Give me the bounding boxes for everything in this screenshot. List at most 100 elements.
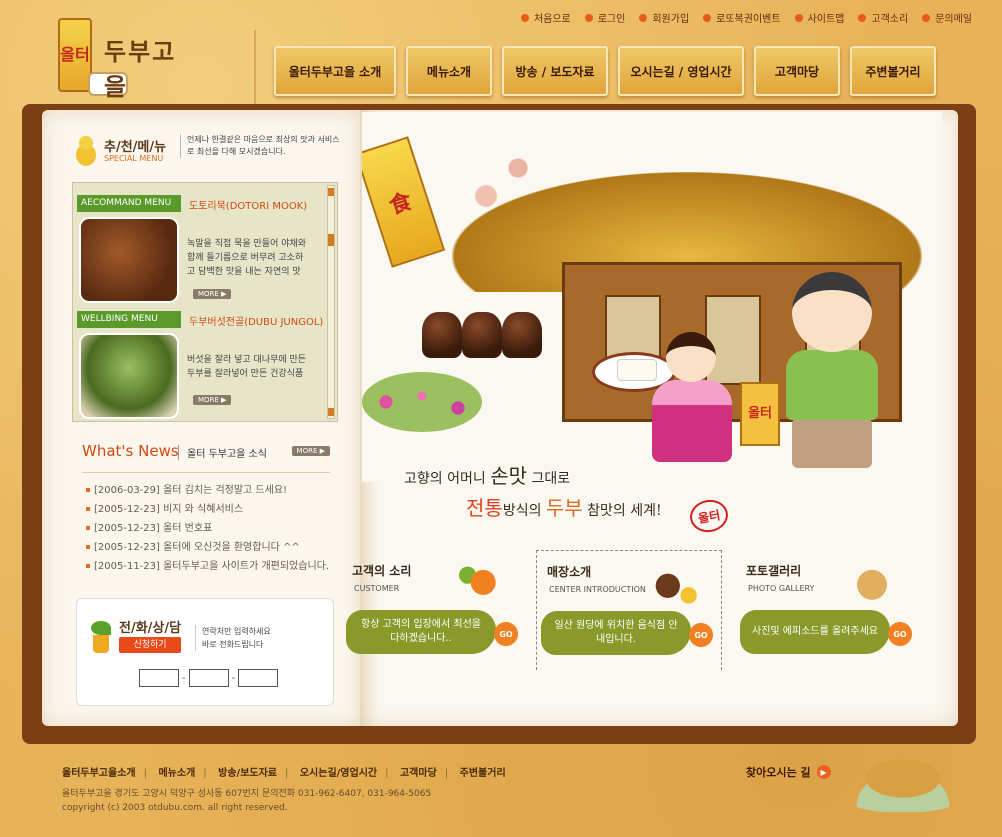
- scroll-down-icon[interactable]: [328, 408, 334, 416]
- more-button[interactable]: MORE ▶: [193, 395, 232, 405]
- footer-link-location[interactable]: 오시는길/영업시간: [300, 768, 377, 779]
- menu-tag: WELLBING MENU: [77, 311, 181, 328]
- jar: [462, 312, 502, 358]
- flowers: [362, 372, 482, 432]
- header-divider: [254, 30, 256, 106]
- special-menu-header: 추/천/메/뉴 SPECIAL MENU 언제나 한결같은 마음으로 최상의 맛…: [72, 132, 342, 176]
- arrow-right-icon: ▶: [816, 765, 831, 779]
- slogan-emphasis: 전통: [466, 496, 503, 520]
- slogan-emphasis: 두부: [545, 496, 583, 520]
- hero-illustration: 食 올터: [362, 112, 942, 482]
- customer-voice-card[interactable]: 고객의 소리 CUSTOMER 항상 고객의 입장에서 최선을 다하겠습니다..…: [342, 550, 528, 670]
- scroll-up-icon[interactable]: [328, 188, 334, 196]
- dash: -: [182, 672, 186, 684]
- menu-item[interactable]: WELLBING MENU 두부버섯전골(DUBU JUNGOL) 버섯을 잘라…: [77, 311, 331, 423]
- topmenu-login[interactable]: 로그인: [584, 10, 625, 25]
- more-button[interactable]: MORE ▶: [193, 289, 232, 299]
- topmenu-home[interactable]: 처음으로: [520, 10, 571, 25]
- mini-house-image[interactable]: [838, 756, 968, 812]
- topmenu-inquiry-mail[interactable]: 문의메일: [922, 10, 972, 25]
- news-item-text[interactable]: [2005-11-23] 올터두부고을 사이트가 개편되었습니다.: [94, 561, 329, 572]
- nav-tab-location[interactable]: 오시는길 / 영업시간: [618, 46, 744, 96]
- footer-info: 올터두부고을 경기도 고양시 덕양구 성사동 607번지 문의전화 031-96…: [62, 787, 962, 815]
- special-subtitle: SPECIAL MENU: [104, 154, 164, 163]
- separator: |: [285, 768, 289, 779]
- menu-scrollbar[interactable]: [327, 185, 335, 419]
- news-divider: [82, 472, 330, 473]
- news-list: [2006-03-29] 올터 김치는 걱정말고 드세요! [2005-12-2…: [82, 481, 330, 576]
- news-item-text[interactable]: [2006-03-29] 올터 김치는 걱정말고 드세요!: [94, 485, 287, 496]
- news-item[interactable]: [2005-11-23] 올터두부고을 사이트가 개편되었습니다.: [82, 557, 330, 576]
- nav-tab-community[interactable]: 고객마당: [754, 46, 840, 96]
- news-item[interactable]: [2005-12-23] 올터에 오신것을 환영합니다 ^^: [82, 538, 330, 557]
- logo-banner: 올터: [58, 18, 92, 92]
- special-title: 추/천/메/뉴: [104, 140, 167, 155]
- separator: |: [203, 768, 207, 779]
- apply-button[interactable]: 신청하기: [119, 637, 181, 653]
- slogan-line-1: 고향의 어머니 손맛 그대로: [404, 460, 570, 489]
- footer-link-nearby[interactable]: 주변볼거리: [460, 768, 506, 779]
- tofu-bag: 올터: [740, 382, 780, 446]
- nav-tab-nearby[interactable]: 주변볼거리: [850, 46, 936, 96]
- find-map-link[interactable]: 찾아오시는 길 ▶: [746, 764, 831, 780]
- slogan-text: 고향의 어머니: [404, 471, 491, 487]
- recommend-menu-box: AECOMMAND MENU 도토리묵(DOTORI MOOK) 녹말을 직접 …: [72, 182, 338, 422]
- logo-name: 두부고을: [104, 37, 177, 101]
- phone-desc-line: 연락처만 입력하세요: [202, 627, 271, 636]
- go-button[interactable]: GO: [888, 622, 912, 646]
- topmenu-customer-voice[interactable]: 고객소리: [858, 10, 908, 25]
- bullet-icon: [86, 507, 90, 511]
- bullet-icon: [922, 13, 931, 22]
- nav-tab-menu[interactable]: 메뉴소개: [406, 46, 492, 96]
- dubu-jungol-photo[interactable]: [79, 333, 179, 419]
- menu-item[interactable]: AECOMMAND MENU 도토리묵(DOTORI MOOK) 녹말을 직접 …: [77, 195, 331, 307]
- topmenu-lotto-event[interactable]: 로또복권이벤트: [703, 10, 781, 25]
- bowl-icon: [647, 557, 699, 605]
- quick-links: 고객의 소리 CUSTOMER 항상 고객의 입장에서 최선을 다하겠습니다..…: [342, 550, 922, 670]
- phone-title: 전/화/상/담: [119, 621, 182, 636]
- news-more-button[interactable]: MORE ▶: [291, 446, 330, 456]
- menu-name[interactable]: 두부버섯전골(DUBU JUNGOL): [189, 313, 323, 328]
- phone-part2-input[interactable]: [188, 669, 229, 687]
- slogan-text: 그대로: [527, 471, 571, 487]
- topmenu-join[interactable]: 회원가입: [639, 10, 689, 25]
- bullet-icon: [639, 13, 648, 22]
- menu-name[interactable]: 도토리묵(DOTORI MOOK): [189, 197, 307, 212]
- footer-link-menu[interactable]: 메뉴소개: [158, 768, 195, 779]
- go-button[interactable]: GO: [689, 623, 713, 647]
- topmenu-label: 문의메일: [935, 14, 972, 25]
- go-button[interactable]: GO: [494, 622, 518, 646]
- nav-tab-press[interactable]: 방송 / 보도자료: [502, 46, 608, 96]
- scroll-thumb[interactable]: [328, 234, 334, 246]
- logo[interactable]: 올터 두부고을: [40, 8, 200, 104]
- footer-link-community[interactable]: 고객마당: [400, 768, 437, 779]
- footer: 올터두부고을소개 | 메뉴소개 | 방송/보도자료 | 오시는길/영업시간 | 고객마당…: [62, 764, 962, 815]
- news-item[interactable]: [2005-12-23] 비지 와 식혜서비스: [82, 500, 330, 519]
- separator: |: [385, 768, 389, 779]
- nav-tab-about[interactable]: 올터두부고을 소개: [274, 46, 396, 96]
- photo-gallery-card[interactable]: 포토갤러리 PHOTO GALLERY 사진및 에피소드를 올려주세요 GO: [736, 550, 922, 670]
- special-desc: 언제나 한결같은 마음으로 최상의 맛과 서비스로 최선을 다해 모시겠습니다.: [180, 134, 342, 158]
- footer-link-press[interactable]: 방송/보도자료: [218, 768, 277, 779]
- news-item-text[interactable]: [2005-12-23] 비지 와 식혜서비스: [94, 504, 243, 515]
- separator: |: [444, 768, 449, 779]
- store-intro-card[interactable]: 매장소개 CENTER INTRODUCTION 일산 원당에 위치한 음식점 …: [536, 550, 722, 670]
- card-title: 고객의 소리: [352, 564, 412, 578]
- topmenu-label: 고객소리: [871, 14, 909, 25]
- hanbok-girl: [652, 332, 732, 462]
- footer-link-about[interactable]: 올터두부고을소개: [62, 768, 136, 779]
- topmenu-label: 로또복권이벤트: [716, 14, 781, 25]
- phone-part3-input[interactable]: [238, 669, 279, 687]
- phone-part1-input[interactable]: [139, 669, 179, 687]
- bag-text: 올터: [748, 406, 772, 421]
- news-item-text[interactable]: [2005-12-23] 올터에 오신것을 환영합니다 ^^: [94, 542, 300, 553]
- topmenu-label: 회원가입: [652, 14, 690, 25]
- topmenu-sitemap[interactable]: 사이트맵: [794, 10, 844, 25]
- topmenu-label: 처음으로: [533, 14, 571, 25]
- news-item[interactable]: [2005-12-23] 올터 번호표: [82, 519, 330, 538]
- card-title: 매장소개: [547, 565, 592, 579]
- persimmon-icon: [452, 556, 504, 604]
- news-item[interactable]: [2006-03-29] 올터 김치는 걱정말고 드세요!: [82, 481, 330, 500]
- news-item-text[interactable]: [2005-12-23] 올터 번호표: [94, 523, 212, 534]
- dotori-mook-photo[interactable]: [79, 217, 179, 303]
